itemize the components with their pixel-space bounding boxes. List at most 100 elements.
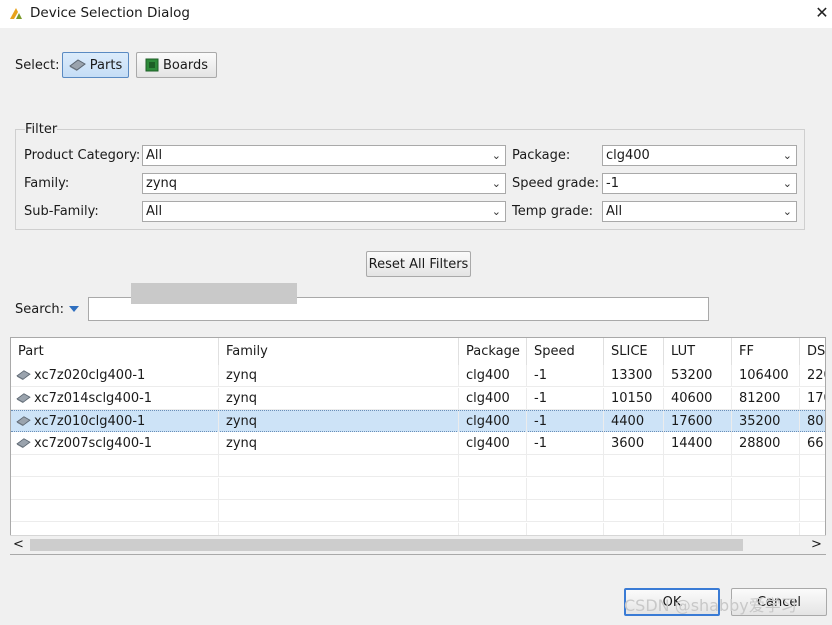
redaction-block (131, 283, 297, 304)
table-cell: 53200 (664, 365, 732, 387)
scrollbar-thumb[interactable] (30, 539, 743, 551)
boards-label: Boards (163, 57, 208, 73)
boards-toggle-button[interactable]: Boards (136, 52, 217, 78)
table-cell: xc7z014sclg400-1 (11, 387, 219, 410)
column-header[interactable]: FF (732, 338, 800, 365)
search-options-dropdown-icon[interactable] (68, 305, 80, 314)
table-cell (732, 477, 800, 500)
speed-grade-value: -1 (606, 176, 619, 191)
part-name: xc7z014sclg400-1 (34, 390, 153, 406)
select-label: Select: (15, 58, 60, 73)
parts-label: Parts (89, 57, 123, 73)
empty-table-row (11, 477, 825, 500)
column-header[interactable]: SLICE (604, 338, 664, 365)
column-header[interactable]: LUT (664, 338, 732, 365)
temp-grade-select[interactable]: All ⌄ (602, 201, 797, 222)
sub-family-value: All (146, 204, 163, 219)
sub-family-label: Sub-Family: (24, 204, 99, 219)
table-cell: 13300 (604, 365, 664, 387)
table-cell (527, 477, 604, 500)
table-cell: -1 (527, 387, 604, 410)
column-header[interactable]: DSI (800, 338, 825, 365)
product-category-select[interactable]: All ⌄ (142, 145, 506, 166)
product-category-value: All (146, 148, 163, 163)
package-label: Package: (512, 148, 571, 163)
table-cell: 40600 (664, 387, 732, 410)
table-cell (219, 500, 459, 522)
chevron-down-icon: ⌄ (491, 177, 501, 190)
table-cell (664, 455, 732, 477)
parts-toggle-button[interactable]: Parts (62, 52, 129, 78)
table-row[interactable]: xc7z007sclg400-1 zynq clg400 -1 3600 14400 288… (11, 432, 825, 455)
chevron-down-icon: ⌄ (491, 149, 501, 162)
column-header[interactable]: Family (219, 338, 459, 365)
table-cell: xc7z010clg400-1 (11, 411, 219, 433)
part-name: xc7z010clg400-1 (34, 414, 146, 429)
table-cell: -1 (527, 432, 604, 455)
table-cell (11, 477, 219, 500)
table-cell (527, 500, 604, 522)
column-header[interactable]: Package (459, 338, 527, 365)
table-cell (800, 500, 825, 522)
chip-icon (16, 370, 31, 381)
package-select[interactable]: clg400 ⌄ (602, 145, 797, 166)
table-cell: 10150 (604, 387, 664, 410)
part-name: xc7z020clg400-1 (34, 368, 146, 383)
table-cell: zynq (219, 365, 459, 387)
empty-table-row (11, 500, 825, 522)
chip-icon (16, 392, 31, 403)
table-cell: zynq (219, 411, 459, 433)
table-cell: zynq (219, 432, 459, 455)
table-cell: -1 (527, 365, 604, 387)
column-header[interactable]: Speed (527, 338, 604, 365)
table-cell (664, 500, 732, 522)
horizontal-scrollbar[interactable]: < > (10, 535, 826, 554)
table-cell (527, 455, 604, 477)
reset-all-filters-button[interactable]: Reset All Filters (366, 251, 471, 277)
scroll-right-button[interactable]: > (811, 537, 822, 552)
family-select[interactable]: zynq ⌄ (142, 173, 506, 194)
close-button[interactable]: ✕ (812, 3, 832, 23)
table-cell (664, 477, 732, 500)
watermark: CSDN @shabby爱学习 (624, 596, 797, 615)
column-header[interactable]: Part (11, 338, 219, 365)
filter-legend: Filter (25, 122, 58, 137)
table-cell: 66 (800, 433, 825, 455)
table-row[interactable]: xc7z020clg400-1 zynq clg400 -1 13300 53200 106… (11, 365, 825, 387)
table-cell: zynq (219, 387, 459, 410)
table-cell: 35200 (732, 411, 800, 433)
empty-table-row (11, 455, 825, 477)
table-row[interactable]: xc7z014sclg400-1 zynq clg400 -1 10150 40600 81… (11, 387, 825, 410)
table-cell (459, 477, 527, 500)
table-cell: xc7z020clg400-1 (11, 365, 219, 387)
scroll-left-button[interactable]: < (13, 537, 24, 552)
temp-grade-label: Temp grade: (512, 204, 593, 219)
table-cell: 17600 (664, 411, 732, 433)
table-cell: 220 (800, 365, 825, 387)
family-value: zynq (146, 176, 178, 191)
table-cell (800, 478, 825, 500)
board-icon (145, 58, 159, 72)
table-cell: xc7z007sclg400-1 (11, 432, 219, 455)
table-cell (604, 477, 664, 500)
table-cell: 28800 (732, 432, 800, 455)
sub-family-select[interactable]: All ⌄ (142, 201, 506, 222)
speed-grade-select[interactable]: -1 ⌄ (602, 173, 797, 194)
table-cell: 81200 (732, 387, 800, 410)
parts-table: PartFamilyPackageSpeedSLICELUTFFDSI xc7z… (10, 337, 826, 555)
product-category-label: Product Category: (24, 148, 141, 163)
speed-grade-label: Speed grade: (512, 176, 600, 191)
table-row[interactable]: xc7z010clg400-1 zynq clg400 -1 4400 17600 3520… (11, 410, 825, 433)
table-cell (459, 500, 527, 522)
chevron-down-icon: ⌄ (782, 177, 792, 190)
table-cell (219, 455, 459, 477)
table-cell: 106400 (732, 365, 800, 387)
chip-icon (68, 59, 86, 71)
table-cell (732, 455, 800, 477)
table-cell: -1 (527, 411, 604, 433)
table-cell (11, 500, 219, 522)
table-cell (800, 455, 825, 477)
search-label: Search: (15, 302, 65, 317)
chip-icon (16, 416, 31, 427)
table-cell: 3600 (604, 432, 664, 455)
